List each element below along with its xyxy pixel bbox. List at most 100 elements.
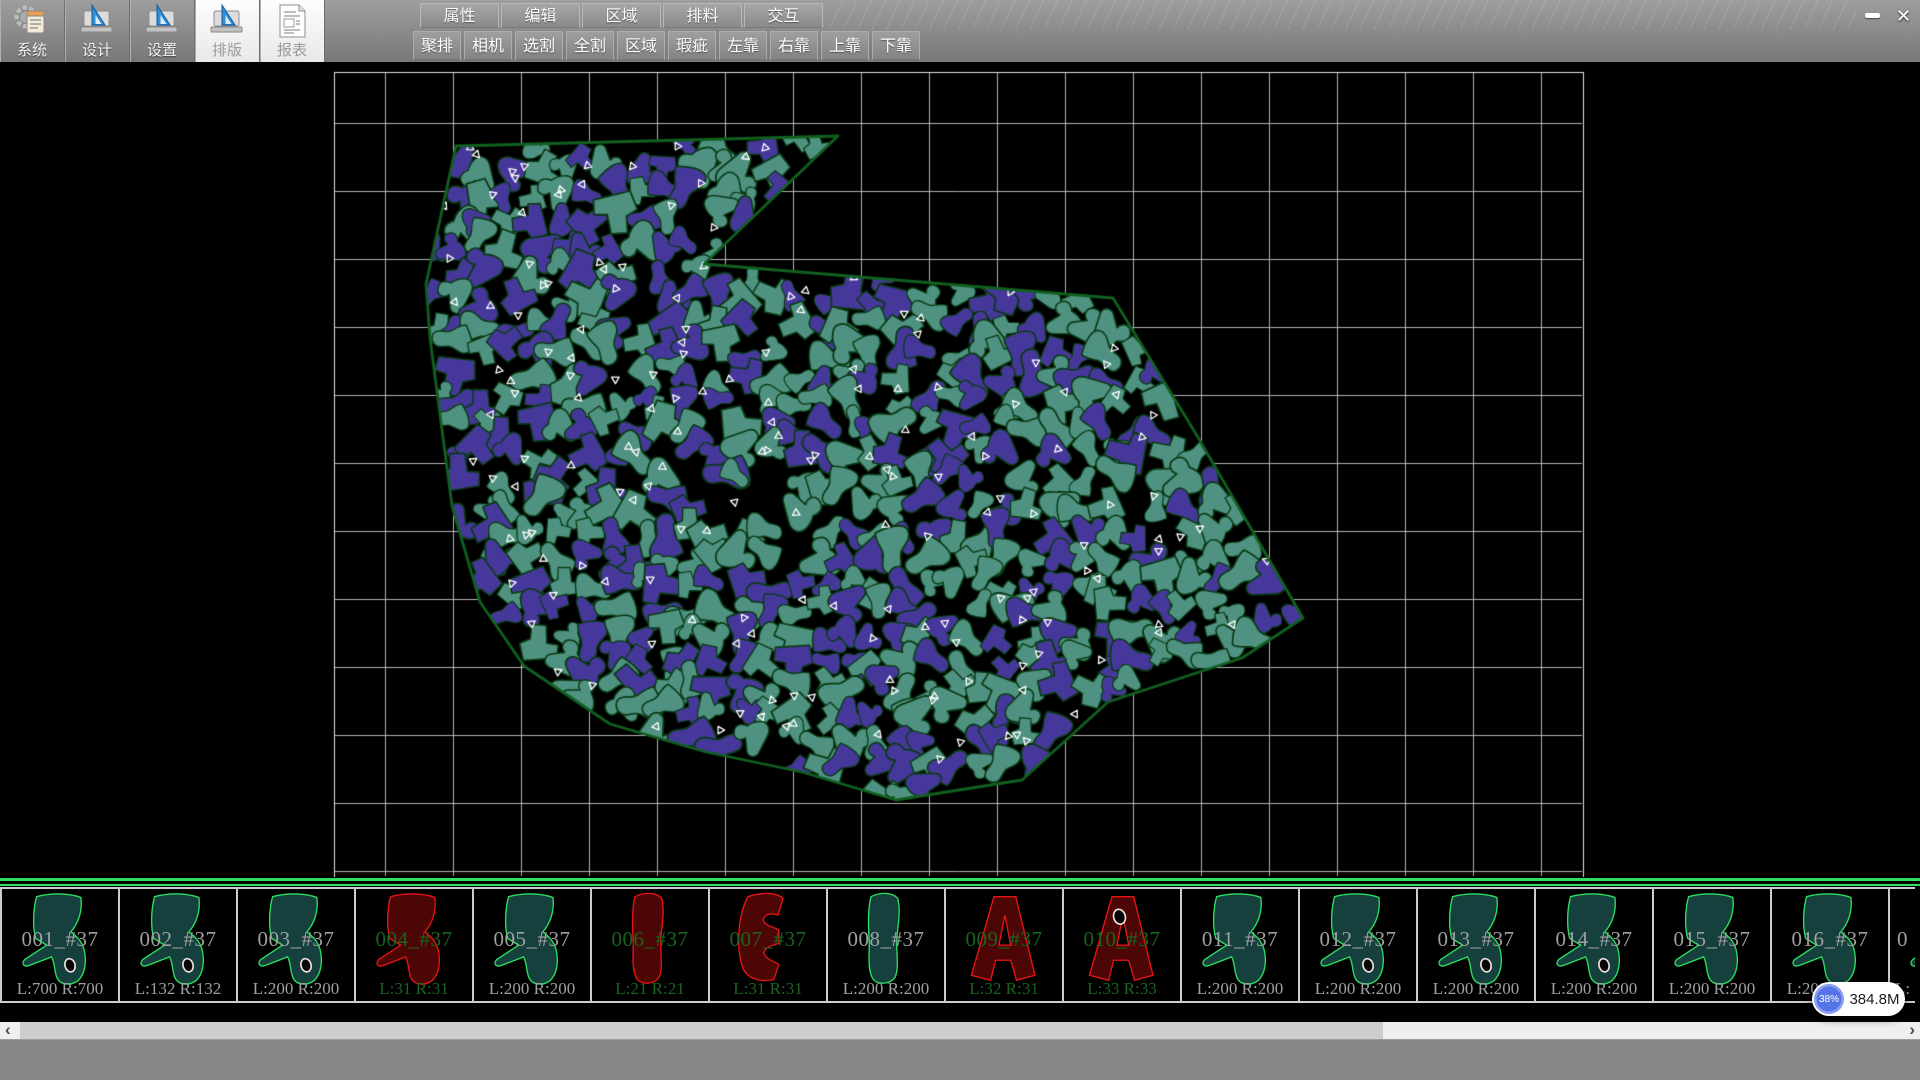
piece-thumbnail-list: 001_#37L:700 R:700002_#37L:132 R:132003_… bbox=[0, 887, 1915, 1003]
thumbnail-cell[interactable]: 003_#37 L:200 R:200 bbox=[238, 889, 356, 1001]
strip-accent-line-2 bbox=[0, 884, 1920, 886]
thumbnail-cell[interactable]: 013_#37 L:200 R:200 bbox=[1418, 889, 1536, 1001]
scroll-left-arrow[interactable]: ‹ bbox=[5, 1022, 11, 1039]
scroll-right-arrow[interactable]: › bbox=[1909, 1022, 1915, 1039]
thumbnail-cell[interactable]: 002_#37 L:132 R:132 bbox=[120, 889, 238, 1001]
piece-name-label: 010_#37 bbox=[1064, 927, 1180, 952]
tool-align-bottom[interactable]: 下靠 bbox=[872, 31, 920, 60]
nesting-canvas[interactable] bbox=[0, 62, 1920, 877]
piece-lr-label: L:33 R:33 bbox=[1064, 979, 1180, 999]
thumbnail-cell[interactable]: 015_#37 L:200 R:200 bbox=[1654, 889, 1772, 1001]
piece-lr-label: L:132 R:132 bbox=[120, 979, 236, 999]
piece-lr-label: L:200 R:200 bbox=[1536, 979, 1652, 999]
percent-value: 38% bbox=[1819, 994, 1839, 1005]
piece-name-label: 016_#37 bbox=[1772, 927, 1888, 952]
ribbon: 系统设计设置排版报表 属性编辑区域排料交互 聚排相机选割全割区域瑕疵左靠右靠上靠… bbox=[0, 0, 1920, 62]
minimize-icon bbox=[1865, 13, 1880, 18]
thumbnail-cell[interactable]: 008_#37L:200 R:200 bbox=[828, 889, 946, 1001]
window-controls: ✕ bbox=[1860, 6, 1916, 25]
minimize-button[interactable] bbox=[1860, 6, 1885, 25]
piece-lr-label: L:200 R:200 bbox=[1300, 979, 1416, 999]
app-tab-label: 报表 bbox=[277, 39, 307, 60]
piece-name-label: 012_#37 bbox=[1300, 927, 1416, 952]
app-tab-settings[interactable]: 设置 bbox=[130, 0, 195, 62]
piece-name-label: 013_#37 bbox=[1418, 927, 1534, 952]
design-ruler-icon bbox=[77, 2, 117, 39]
tool-defect[interactable]: 瑕疵 bbox=[668, 31, 716, 60]
app-tab-design[interactable]: 设计 bbox=[65, 0, 130, 62]
thumbnail-cell[interactable]: 010_#37 L:33 R:33 bbox=[1064, 889, 1182, 1001]
tool-align-top[interactable]: 上靠 bbox=[821, 31, 869, 60]
thumbnail-cell[interactable]: 004_#37 L:31 R:31 bbox=[356, 889, 474, 1001]
thumbnail-cell[interactable]: 012_#37 L:200 R:200 bbox=[1300, 889, 1418, 1001]
menu-tab-edit[interactable]: 编辑 bbox=[501, 3, 580, 28]
titlebar-drag-area[interactable] bbox=[828, 0, 1856, 30]
tool-align-right[interactable]: 右靠 bbox=[770, 31, 818, 60]
app-tab-bar: 系统 设计 设置 排版 报表 bbox=[0, 0, 325, 62]
memory-value: 384.8M bbox=[1844, 991, 1905, 1008]
tool-camera[interactable]: 相机 bbox=[464, 31, 512, 60]
menu-tab-interact[interactable]: 交互 bbox=[744, 3, 823, 28]
tool-cut-all[interactable]: 全割 bbox=[566, 31, 614, 60]
piece-lr-label: L:31 R:31 bbox=[356, 979, 472, 999]
piece-lr-label: L:200 R:200 bbox=[828, 979, 944, 999]
piece-name-label: 004_#37 bbox=[356, 927, 472, 952]
piece-name-label: 002_#37 bbox=[120, 927, 236, 952]
menu-tab-properties[interactable]: 属性 bbox=[420, 3, 499, 28]
piece-name-label: 007_#37 bbox=[710, 927, 826, 952]
piece-name-label: 006_#37 bbox=[592, 927, 708, 952]
piece-name-label: 0 bbox=[1890, 927, 1915, 952]
piece-lr-label: L:200 R:200 bbox=[1182, 979, 1298, 999]
tool-align-left[interactable]: 左靠 bbox=[719, 31, 767, 60]
tool-cluster-nest[interactable]: 聚排 bbox=[413, 31, 461, 60]
app-tab-report[interactable]: 报表 bbox=[260, 0, 325, 62]
piece-name-label: 003_#37 bbox=[238, 927, 354, 952]
horizontal-scrollbar[interactable]: ‹ › bbox=[0, 1022, 1920, 1039]
piece-lr-label: L:700 R:700 bbox=[2, 979, 118, 999]
piece-lr-label: L:31 R:31 bbox=[710, 979, 826, 999]
piece-name-label: 001_#37 bbox=[2, 927, 118, 952]
app-tab-label: 设计 bbox=[82, 39, 112, 60]
piece-name-label: 011_#37 bbox=[1182, 927, 1298, 952]
pieces-strip: 001_#37L:700 R:700002_#37L:132 R:132003_… bbox=[0, 877, 1920, 1022]
app-tab-label: 设置 bbox=[147, 39, 177, 60]
piece-lr-label: L:32 R:31 bbox=[946, 979, 1062, 999]
thumbnail-cell[interactable]: 011_#37 L:200 R:200 bbox=[1182, 889, 1300, 1001]
app-tab-system[interactable]: 系统 bbox=[0, 0, 65, 62]
piece-name-label: 005_#37 bbox=[474, 927, 590, 952]
thumbnail-cell[interactable]: 006_#37 L:21 R:21 bbox=[592, 889, 710, 1001]
thumbnail-cell[interactable]: 014_#37 L:200 R:200 bbox=[1536, 889, 1654, 1001]
menu-tab-nesting[interactable]: 排料 bbox=[663, 3, 742, 28]
piece-lr-label: L:21 R:21 bbox=[592, 979, 708, 999]
piece-lr-label: L:200 R:200 bbox=[1418, 979, 1534, 999]
thumbnail-cell[interactable]: 001_#37 L:700 R:700 bbox=[0, 889, 120, 1001]
piece-name-label: 014_#37 bbox=[1536, 927, 1652, 952]
piece-lr-label: L:200 R:200 bbox=[1654, 979, 1770, 999]
close-icon: ✕ bbox=[1896, 7, 1911, 25]
piece-name-label: 009_#37 bbox=[946, 927, 1062, 952]
percent-indicator: 38% bbox=[1814, 984, 1844, 1014]
strip-accent-line bbox=[0, 878, 1920, 881]
thumbnail-cell[interactable]: 005_#37 L:200 R:200 bbox=[474, 889, 592, 1001]
app-tab-layout[interactable]: 排版 bbox=[195, 0, 260, 62]
memory-overlay-badge[interactable]: 38% 384.8M bbox=[1812, 982, 1905, 1016]
tool-button-row: 聚排相机选割全割区域瑕疵左靠右靠上靠下靠 bbox=[413, 31, 920, 60]
tool-select-cut[interactable]: 选割 bbox=[515, 31, 563, 60]
app-tab-label: 排版 bbox=[212, 39, 242, 60]
piece-lr-label: L:200 R:200 bbox=[474, 979, 590, 999]
thumbnail-cell[interactable]: 007_#37 L:31 R:31 bbox=[710, 889, 828, 1001]
app-window: 系统设计设置排版报表 属性编辑区域排料交互 聚排相机选割全割区域瑕疵左靠右靠上靠… bbox=[0, 0, 1920, 1080]
menu-tab-region[interactable]: 区域 bbox=[582, 3, 661, 28]
settings-ruler-icon bbox=[142, 2, 182, 39]
close-button[interactable]: ✕ bbox=[1891, 6, 1916, 25]
report-doc-icon bbox=[272, 2, 312, 39]
scrollbar-thumb[interactable] bbox=[20, 1022, 1383, 1039]
tool-region[interactable]: 区域 bbox=[617, 31, 665, 60]
app-tab-label: 系统 bbox=[17, 39, 47, 60]
piece-name-label: 015_#37 bbox=[1654, 927, 1770, 952]
thumbnail-cell[interactable]: 009_#37 L:32 R:31 bbox=[946, 889, 1064, 1001]
status-bar bbox=[0, 1039, 1920, 1080]
piece-lr-label: L:200 R:200 bbox=[238, 979, 354, 999]
layout-ruler-icon bbox=[207, 2, 247, 39]
menu-tab-row: 属性编辑区域排料交互 bbox=[420, 3, 823, 28]
